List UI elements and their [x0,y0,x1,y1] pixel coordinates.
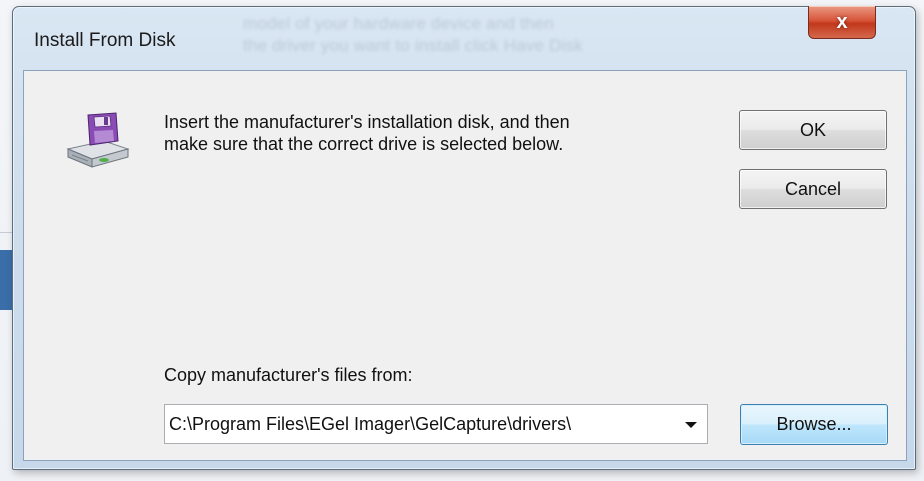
background-accent-strip [0,250,12,310]
chevron-down-icon[interactable] [685,422,697,428]
background-divider [0,232,12,233]
path-combobox[interactable]: C:\Program Files\EGel Imager\GelCapture\… [164,404,708,444]
background-text: model of your hardware device and then t… [243,14,583,55]
browse-button[interactable]: Browse... [740,404,888,445]
cancel-button[interactable]: Cancel [739,169,887,209]
dialog-body: Insert the manufacturer's installation d… [23,70,907,461]
close-button[interactable]: x [808,6,876,39]
dialog-title: Install From Disk [34,30,176,51]
ok-button[interactable]: OK [739,110,887,150]
install-from-disk-dialog: model of your hardware device and then t… [12,6,916,470]
floppy-disk-drive-icon [64,111,132,178]
instruction-message: Insert the manufacturer's installation d… [164,112,570,154]
path-combobox-value: C:\Program Files\EGel Imager\GelCapture\… [169,414,572,434]
close-icon: x [836,10,848,33]
copy-from-label: Copy manufacturer's files from: [164,365,413,385]
